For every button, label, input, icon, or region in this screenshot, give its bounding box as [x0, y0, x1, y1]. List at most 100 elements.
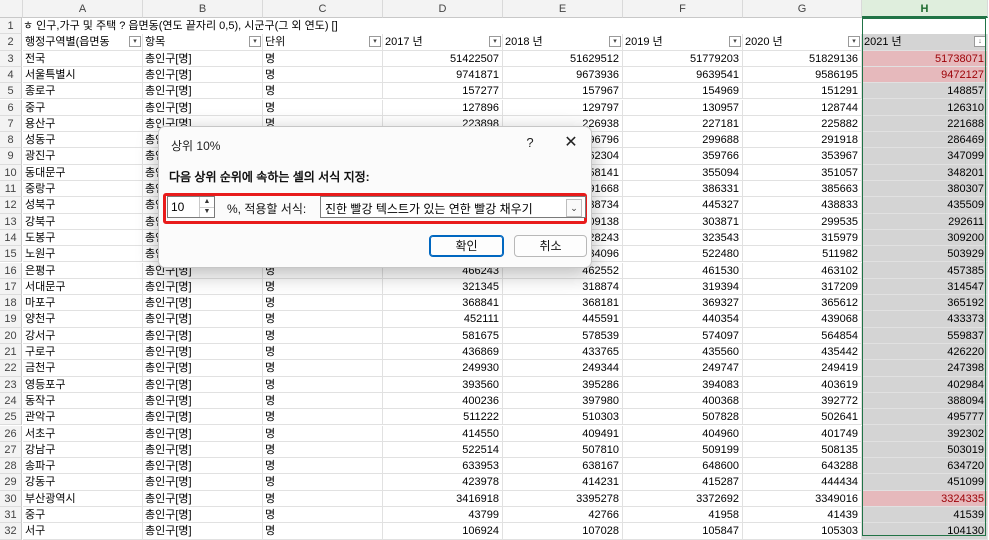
table-cell[interactable]: 총인구[명] — [143, 474, 263, 491]
table-cell[interactable]: 564854 — [743, 327, 862, 344]
table-cell[interactable]: 용산구 — [23, 115, 143, 133]
row-header[interactable]: 6 — [0, 99, 22, 116]
header-cell[interactable]: 2020 년 — [743, 34, 862, 51]
table-cell[interactable]: 명 — [263, 425, 383, 442]
table-cell[interactable]: 중구 — [23, 507, 143, 524]
format-select[interactable]: 진한 빨강 텍스트가 있는 연한 빨강 채우기 ⌄ — [320, 196, 586, 218]
table-cell[interactable]: 157277 — [383, 83, 503, 100]
header-cell[interactable]: 항목 — [143, 34, 263, 51]
table-cell[interactable]: 400368 — [623, 392, 743, 410]
row-header[interactable]: 28 — [0, 458, 22, 475]
table-cell[interactable]: 510303 — [503, 409, 623, 426]
table-cell[interactable]: 명 — [263, 327, 383, 344]
table-cell[interactable]: 총인구[명] — [143, 344, 263, 361]
table-cell[interactable]: 386331 — [623, 181, 743, 198]
table-cell[interactable]: 315979 — [743, 229, 862, 247]
table-cell[interactable]: 명 — [263, 376, 383, 393]
table-cell[interactable]: 양천구 — [23, 311, 143, 328]
table-cell[interactable]: 총인구[명] — [143, 392, 263, 410]
table-cell[interactable]: 157967 — [503, 83, 623, 100]
table-cell[interactable]: 도봉구 — [23, 229, 143, 247]
table-cell[interactable]: 51422507 — [383, 50, 503, 67]
table-cell[interactable]: 151291 — [743, 83, 862, 100]
filter-dropdown-icon[interactable]: ▾ — [729, 36, 741, 48]
table-cell[interactable]: 394083 — [623, 376, 743, 393]
table-cell[interactable]: 105847 — [623, 523, 743, 540]
chevron-down-icon[interactable]: ⌄ — [566, 199, 582, 217]
row-header[interactable]: 20 — [0, 327, 22, 344]
table-cell[interactable]: 423978 — [383, 474, 503, 491]
table-cell[interactable]: 강남구 — [23, 441, 143, 459]
table-cell[interactable]: 명 — [263, 458, 383, 475]
row-header[interactable]: 18 — [0, 295, 22, 312]
table-cell[interactable]: 51779203 — [623, 50, 743, 67]
rank-value[interactable]: 10 — [171, 200, 184, 214]
table-cell[interactable]: 445327 — [623, 197, 743, 214]
table-cell[interactable]: 403619 — [743, 376, 862, 393]
table-cell[interactable]: 643288 — [743, 458, 862, 475]
row-header[interactable]: 29 — [0, 474, 22, 491]
table-cell[interactable]: 574097 — [623, 327, 743, 344]
table-cell[interactable]: 400236 — [383, 392, 503, 410]
table-cell[interactable]: 42766 — [503, 507, 623, 524]
header-cell[interactable]: 2019 년 — [623, 34, 743, 51]
row-header[interactable]: 1 — [0, 18, 22, 35]
table-cell[interactable]: 총인구[명] — [143, 327, 263, 344]
table-cell[interactable]: 명 — [263, 409, 383, 426]
table-cell[interactable]: 광진구 — [23, 148, 143, 165]
table-cell[interactable]: 249930 — [383, 360, 503, 377]
table-cell[interactable]: 385663 — [743, 181, 862, 198]
table-cell[interactable]: 323543 — [623, 229, 743, 247]
table-cell[interactable]: 299535 — [743, 213, 862, 230]
table-cell[interactable]: 507810 — [503, 441, 623, 459]
table-cell[interactable]: 9639541 — [623, 66, 743, 84]
table-cell[interactable]: 동대문구 — [23, 164, 143, 181]
table-cell[interactable]: 227181 — [623, 115, 743, 133]
table-cell[interactable]: 명 — [263, 523, 383, 540]
row-header[interactable]: 5 — [0, 83, 22, 100]
table-cell[interactable]: 393560 — [383, 376, 503, 393]
table-cell[interactable]: 서울특별시 — [23, 66, 143, 84]
column-header-G[interactable]: G — [743, 0, 862, 18]
table-cell[interactable]: 433765 — [503, 344, 623, 361]
table-cell[interactable]: 129797 — [503, 99, 623, 116]
table-cell[interactable]: 3372692 — [623, 490, 743, 507]
table-cell[interactable]: 총인구[명] — [143, 490, 263, 507]
header-cell[interactable]: 2017 년 — [383, 34, 503, 51]
close-icon[interactable]: ✕ — [561, 133, 581, 153]
row-header[interactable]: 31 — [0, 507, 22, 524]
table-cell[interactable]: 서초구 — [23, 425, 143, 442]
table-cell[interactable]: 명 — [263, 83, 383, 100]
row-header[interactable]: 16 — [0, 262, 22, 279]
table-cell[interactable]: 노원구 — [23, 246, 143, 263]
column-header-A[interactable]: A — [23, 0, 143, 18]
table-cell[interactable]: 409491 — [503, 425, 623, 442]
table-cell[interactable]: 서대문구 — [23, 278, 143, 296]
table-cell[interactable]: 금천구 — [23, 360, 143, 377]
table-cell[interactable]: 종로구 — [23, 83, 143, 100]
row-header[interactable]: 9 — [0, 148, 22, 165]
table-cell[interactable]: 9741871 — [383, 66, 503, 84]
table-cell[interactable]: 구로구 — [23, 344, 143, 361]
table-cell[interactable]: 마포구 — [23, 295, 143, 312]
row-header[interactable]: 24 — [0, 392, 22, 410]
table-cell[interactable]: 성북구 — [23, 197, 143, 214]
filter-dropdown-icon[interactable]: ▾ — [489, 36, 501, 48]
table-cell[interactable]: 명 — [263, 507, 383, 524]
table-cell[interactable]: 총인구[명] — [143, 425, 263, 442]
table-cell[interactable]: 명 — [263, 474, 383, 491]
table-cell[interactable]: 중구 — [23, 99, 143, 116]
table-cell[interactable]: 461530 — [623, 262, 743, 279]
table-cell[interactable]: 송파구 — [23, 458, 143, 475]
table-cell[interactable]: 성동구 — [23, 132, 143, 149]
table-cell[interactable]: 동작구 — [23, 392, 143, 410]
row-header[interactable]: 14 — [0, 229, 22, 247]
table-cell[interactable]: 452111 — [383, 311, 503, 328]
table-cell[interactable]: 438833 — [743, 197, 862, 214]
table-cell[interactable]: 9673936 — [503, 66, 623, 84]
table-cell[interactable]: 463102 — [743, 262, 862, 279]
row-header[interactable]: 21 — [0, 344, 22, 361]
table-cell[interactable]: 638167 — [503, 458, 623, 475]
row-header[interactable]: 11 — [0, 181, 22, 198]
table-cell[interactable]: 522480 — [623, 246, 743, 263]
